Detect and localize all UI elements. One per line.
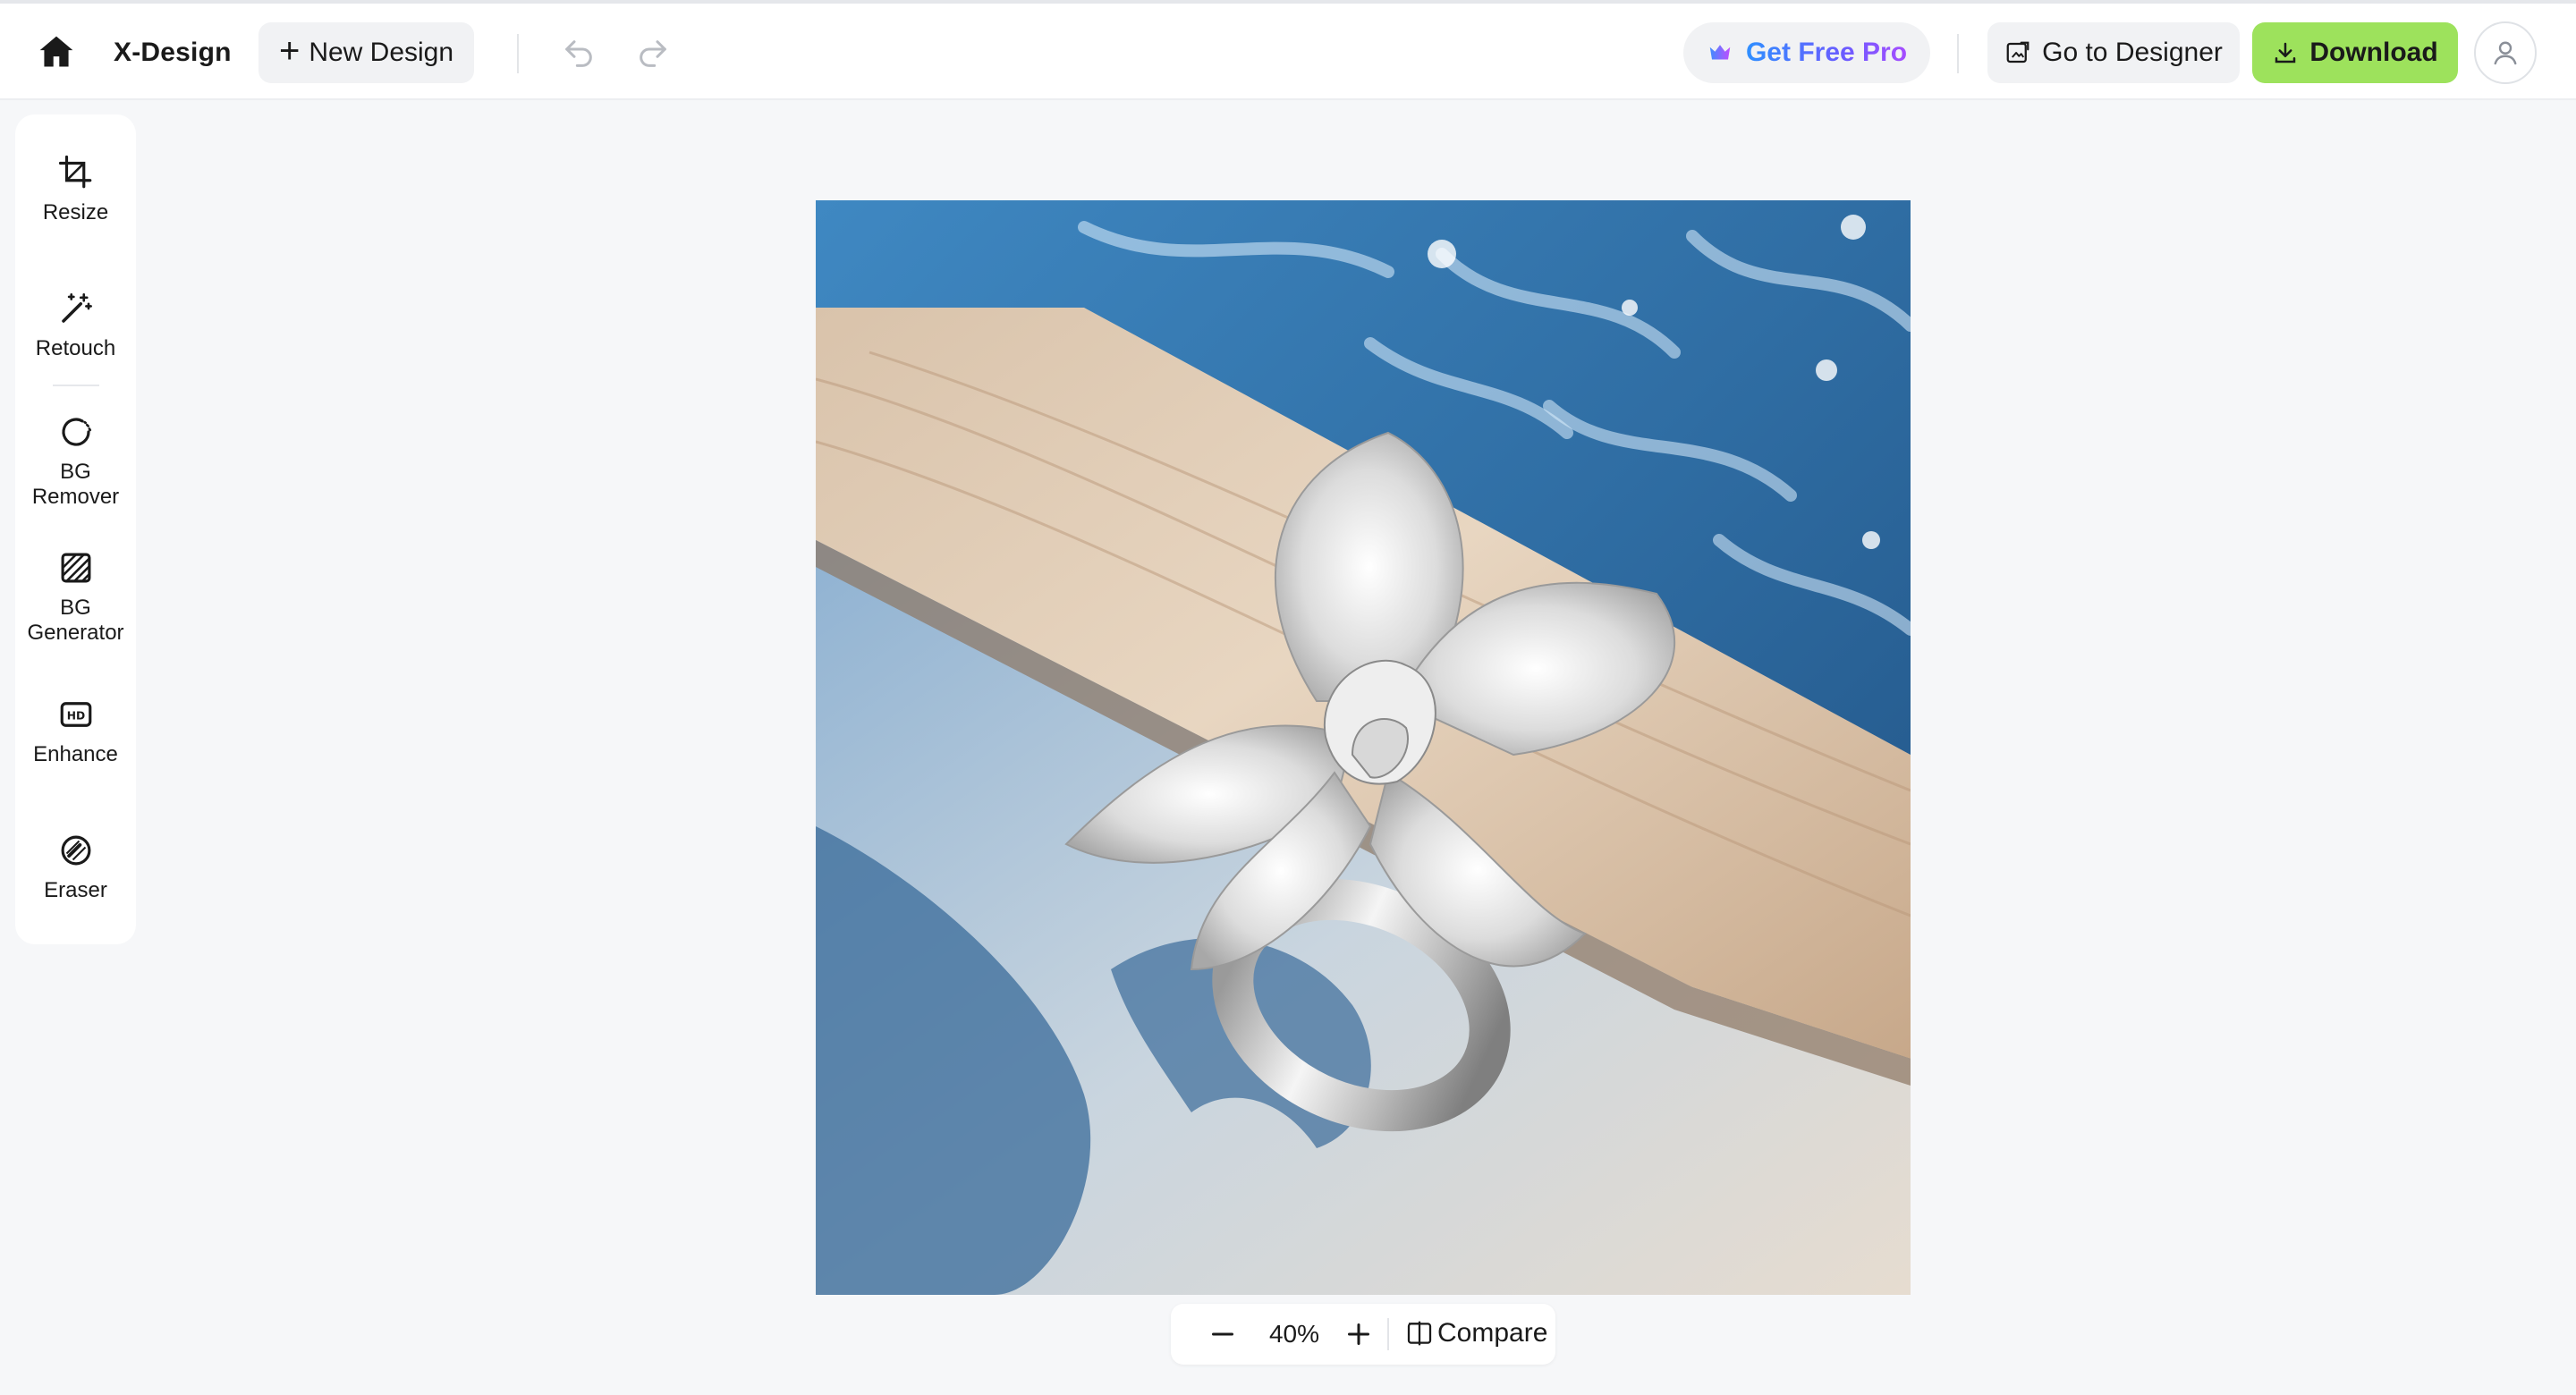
tool-enhance-label: Enhance (33, 742, 118, 766)
download-label: Download (2309, 38, 2438, 67)
redo-icon[interactable] (635, 36, 671, 72)
tool-resize[interactable]: Resize (15, 154, 136, 225)
zoom-level: 40% (1268, 1320, 1320, 1348)
tool-bg-generator[interactable]: BG Generator (15, 549, 136, 646)
crown-icon (1709, 45, 1731, 60)
get-free-pro-button[interactable]: Get Free Pro (1683, 22, 1930, 83)
download-button[interactable]: Download (2252, 22, 2458, 83)
tool-enhance[interactable]: HD Enhance (15, 696, 136, 767)
hatch-square-icon (61, 553, 90, 583)
zoom-out-icon[interactable] (1207, 1318, 1239, 1350)
tool-eraser-label: Eraser (44, 878, 107, 902)
tool-resize-label: Resize (42, 200, 109, 224)
go-to-designer-label: Go to Designer (2042, 38, 2223, 67)
new-design-button[interactable]: + New Design (258, 22, 474, 83)
zoom-in-icon[interactable] (1343, 1318, 1375, 1350)
user-avatar-icon[interactable] (2474, 21, 2537, 84)
tool-bg-remover[interactable]: BG Remover (15, 413, 136, 510)
compare-icon (1407, 1321, 1432, 1346)
hd-icon: HD (60, 702, 91, 727)
new-design-label: New Design (309, 38, 454, 67)
plus-icon: + (278, 31, 301, 71)
svg-text:HD: HD (66, 709, 84, 722)
top-bar: X-Design + New Design Get Free Pro Go to… (0, 0, 2576, 100)
tool-retouch-label: Retouch (35, 336, 116, 360)
magic-wand-icon (61, 292, 92, 323)
undo-icon[interactable] (561, 36, 597, 72)
tools-sidebar: Resize Retouch BG Remover BG Generator H… (15, 114, 136, 944)
tool-retouch[interactable]: Retouch (15, 290, 136, 361)
download-icon (2275, 42, 2296, 63)
compare-label: Compare (1437, 1318, 1548, 1348)
go-to-designer-button[interactable]: Go to Designer (1987, 22, 2240, 83)
header-divider-right (1957, 34, 1959, 73)
brand-name: X-Design (114, 38, 232, 67)
home-icon[interactable] (36, 32, 77, 72)
bg-remover-icon (61, 418, 91, 446)
tool-eraser[interactable]: Eraser (15, 832, 136, 903)
flower-ring-photo (816, 200, 1911, 1295)
zoom-controls: 40% Compare (1171, 1304, 1555, 1365)
crop-icon (58, 155, 91, 189)
zoom-divider (1387, 1318, 1389, 1350)
eraser-icon (61, 835, 90, 866)
header-divider (517, 34, 519, 73)
compare-button[interactable]: Compare (1405, 1318, 1547, 1348)
designer-icon (2006, 41, 2029, 63)
tool-bg-remover-label: BG Remover (31, 460, 120, 509)
design-canvas-image[interactable] (816, 200, 1911, 1295)
get-free-pro-label: Get Free Pro (1745, 38, 1908, 67)
tool-bg-generator-label: BG Generator (27, 596, 124, 645)
tool-divider (53, 385, 99, 386)
